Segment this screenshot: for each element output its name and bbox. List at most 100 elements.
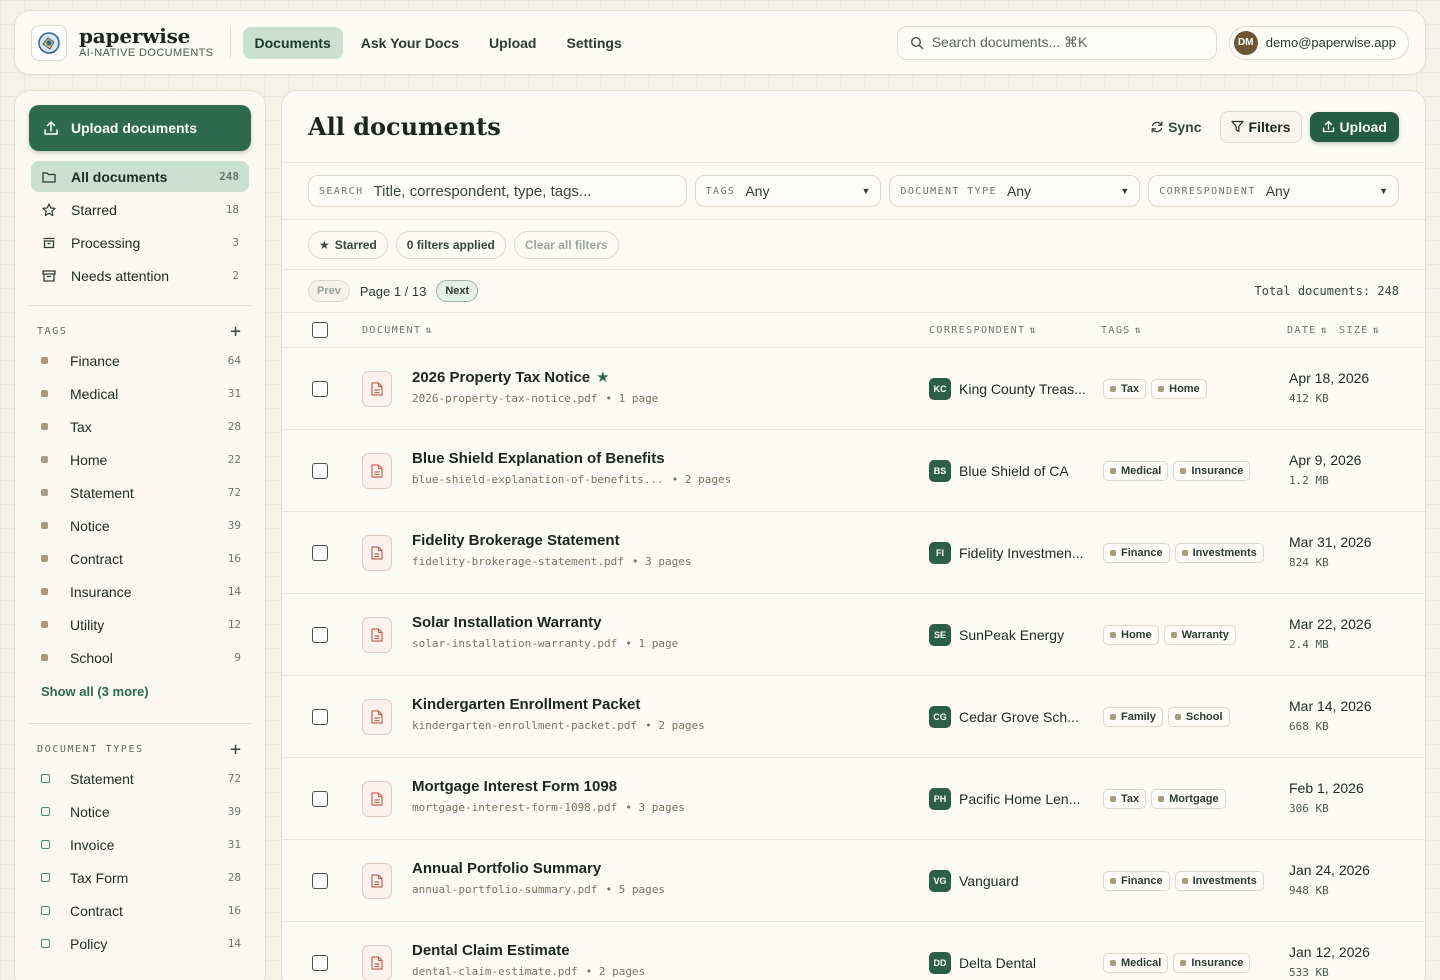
row-checkbox[interactable] [312, 380, 328, 397]
row-checkbox[interactable] [312, 544, 328, 561]
column-header-correspondent[interactable]: CORRESPONDENT ⇅ [929, 325, 1036, 336]
tag-pill[interactable]: Home [1103, 624, 1159, 645]
document-cell[interactable]: 2026 Property Tax Notice ★ 2026-property-t… [412, 368, 892, 406]
table-row[interactable]: Fidelity Brokerage Statement fidelity-bro… [282, 512, 1425, 594]
upload-button[interactable]: Upload [1309, 111, 1399, 142]
show-all-tags-link[interactable]: Show all (3 more) [29, 674, 251, 709]
tag-pill[interactable]: Warranty [1163, 624, 1236, 645]
sidebar-tag-statement[interactable]: Statement 72 [29, 476, 251, 509]
sidebar-item-starred[interactable]: Starred 18 [31, 194, 249, 225]
select-all-checkbox[interactable] [312, 322, 328, 338]
sidebar-tag-contract[interactable]: Contract 16 [29, 542, 251, 575]
table-row[interactable]: Blue Shield Explanation of Benefits blue-… [282, 430, 1425, 512]
document-cell[interactable]: Dental Claim Estimate dental-claim-estima… [412, 942, 892, 978]
user-menu[interactable]: DM demo@paperwise.app [1228, 25, 1409, 60]
filters-applied-chip[interactable]: 0 filters applied [395, 230, 506, 259]
tag-pill[interactable]: Insurance [1173, 952, 1251, 973]
sidebar-tag-tax[interactable]: Tax 28 [29, 410, 251, 443]
correspondent-cell[interactable]: PH Pacific Home Len... [929, 787, 1089, 810]
tag-pill[interactable]: Home [1151, 378, 1207, 399]
document-title[interactable]: Dental Claim Estimate [412, 942, 570, 959]
document-title[interactable]: Solar Installation Warranty [412, 614, 602, 631]
document-type-filter-select[interactable]: DOCUMENT TYPE Any ▼ [889, 175, 1141, 207]
correspondent-cell[interactable]: KC King County Treas... [929, 377, 1089, 400]
sidebar-type-notice[interactable]: Notice 39 [29, 795, 251, 828]
tags-filter-select[interactable]: TAGS Any ▼ [694, 175, 882, 207]
table-row[interactable]: Solar Installation Warranty solar-install… [282, 594, 1425, 676]
row-checkbox[interactable] [312, 708, 328, 725]
table-row[interactable]: Kindergarten Enrollment Packet kindergart… [282, 676, 1425, 758]
sync-button[interactable]: Sync [1140, 111, 1211, 143]
row-checkbox[interactable] [312, 790, 328, 807]
correspondent-cell[interactable]: VG Vanguard [929, 869, 1089, 892]
sidebar-item-processing[interactable]: Processing 3 [31, 227, 249, 258]
correspondent-cell[interactable]: FI Fidelity Investmen... [929, 541, 1089, 564]
document-title[interactable]: Annual Portfolio Summary [412, 860, 601, 877]
tag-pill[interactable]: Medical [1103, 952, 1169, 973]
document-title[interactable]: Mortgage Interest Form 1098 [412, 778, 617, 795]
sidebar-tag-insurance[interactable]: Insurance 14 [29, 575, 251, 608]
table-row[interactable]: 2026 Property Tax Notice ★ 2026-property-t… [282, 348, 1425, 430]
correspondent-cell[interactable]: DD Delta Dental [929, 951, 1089, 974]
document-cell[interactable]: Annual Portfolio Summary annual-portfolio… [412, 860, 892, 896]
nav-documents[interactable]: Documents [242, 26, 343, 59]
sidebar-tag-school[interactable]: School 9 [29, 641, 251, 674]
document-title[interactable]: 2026 Property Tax Notice [412, 369, 590, 386]
correspondent-cell[interactable]: CG Cedar Grove Sch... [929, 705, 1089, 728]
sidebar-tag-utility[interactable]: Utility 12 [29, 608, 251, 641]
prev-page-button[interactable]: Prev [308, 280, 350, 302]
sidebar-type-statement[interactable]: Statement 72 [29, 762, 251, 795]
table-row[interactable]: Annual Portfolio Summary annual-portfolio… [282, 840, 1425, 922]
starred-filter-chip[interactable]: ★ Starred [308, 230, 388, 259]
tag-pill[interactable]: Investments [1174, 542, 1264, 563]
tag-pill[interactable]: Insurance [1173, 460, 1251, 481]
add-document-type-plus-icon[interactable]: + [230, 739, 241, 760]
tag-pill[interactable]: Family [1103, 706, 1163, 727]
tag-pill[interactable]: Finance [1103, 870, 1170, 891]
nav-ask-your-docs[interactable]: Ask Your Docs [349, 27, 471, 59]
table-row[interactable]: Mortgage Interest Form 1098 mortgage-inte… [282, 758, 1425, 840]
sidebar-tag-medical[interactable]: Medical 31 [29, 377, 251, 410]
tag-pill[interactable]: Investments [1174, 870, 1264, 891]
correspondent-filter-select[interactable]: CORRESPONDENT Any ▼ [1148, 175, 1399, 207]
column-header-date[interactable]: DATE ⇅ [1287, 325, 1327, 336]
correspondent-cell[interactable]: BS Blue Shield of CA [929, 459, 1089, 482]
sidebar-type-invoice[interactable]: Invoice 31 [29, 828, 251, 861]
document-cell[interactable]: Mortgage Interest Form 1098 mortgage-inte… [412, 778, 892, 814]
starred-icon[interactable]: ★ [596, 368, 609, 386]
tag-pill[interactable]: Medical [1103, 460, 1169, 481]
sidebar-type-contract[interactable]: Contract 16 [29, 894, 251, 927]
document-cell[interactable]: Blue Shield Explanation of Benefits blue-… [412, 450, 892, 486]
document-title[interactable]: Fidelity Brokerage Statement [412, 532, 620, 549]
tag-pill[interactable]: Finance [1103, 542, 1170, 563]
tag-pill[interactable]: Mortgage [1151, 788, 1226, 809]
row-checkbox[interactable] [312, 954, 328, 971]
sidebar-type-policy[interactable]: Policy 14 [29, 927, 251, 960]
document-search-input[interactable]: SEARCH Title, correspondent, type, tags.… [308, 175, 687, 207]
sidebar-tag-finance[interactable]: Finance 64 [29, 344, 251, 377]
next-page-button[interactable]: Next [436, 280, 479, 302]
document-cell[interactable]: Kindergarten Enrollment Packet kindergart… [412, 696, 892, 732]
global-search-input[interactable]: Search documents... ⌘K [896, 25, 1217, 60]
document-cell[interactable]: Fidelity Brokerage Statement fidelity-bro… [412, 532, 892, 568]
sidebar-tag-home[interactable]: Home 22 [29, 443, 251, 476]
document-title[interactable]: Kindergarten Enrollment Packet [412, 696, 640, 713]
add-tag-plus-icon[interactable]: + [230, 321, 241, 342]
sidebar-item-all-documents[interactable]: All documents 248 [31, 161, 249, 192]
nav-upload[interactable]: Upload [477, 27, 548, 59]
column-header-tags[interactable]: TAGS ⇅ [1101, 325, 1141, 336]
row-checkbox[interactable] [312, 872, 328, 889]
sidebar-type-tax-form[interactable]: Tax Form 28 [29, 861, 251, 894]
logo[interactable] [31, 24, 67, 61]
tag-pill[interactable]: Tax [1103, 378, 1147, 399]
table-row[interactable]: Dental Claim Estimate dental-claim-estima… [282, 922, 1425, 980]
tag-pill[interactable]: Tax [1103, 788, 1147, 809]
column-header-document[interactable]: DOCUMENT ⇅ [362, 325, 431, 336]
upload-documents-button[interactable]: Upload documents [29, 105, 251, 151]
document-title[interactable]: Blue Shield Explanation of Benefits [412, 450, 665, 467]
correspondent-cell[interactable]: SE SunPeak Energy [929, 623, 1089, 646]
row-checkbox[interactable] [312, 462, 328, 479]
nav-settings[interactable]: Settings [555, 27, 634, 59]
tag-pill[interactable]: School [1167, 706, 1230, 727]
sidebar-item-needs-attention[interactable]: Needs attention 2 [31, 260, 249, 291]
